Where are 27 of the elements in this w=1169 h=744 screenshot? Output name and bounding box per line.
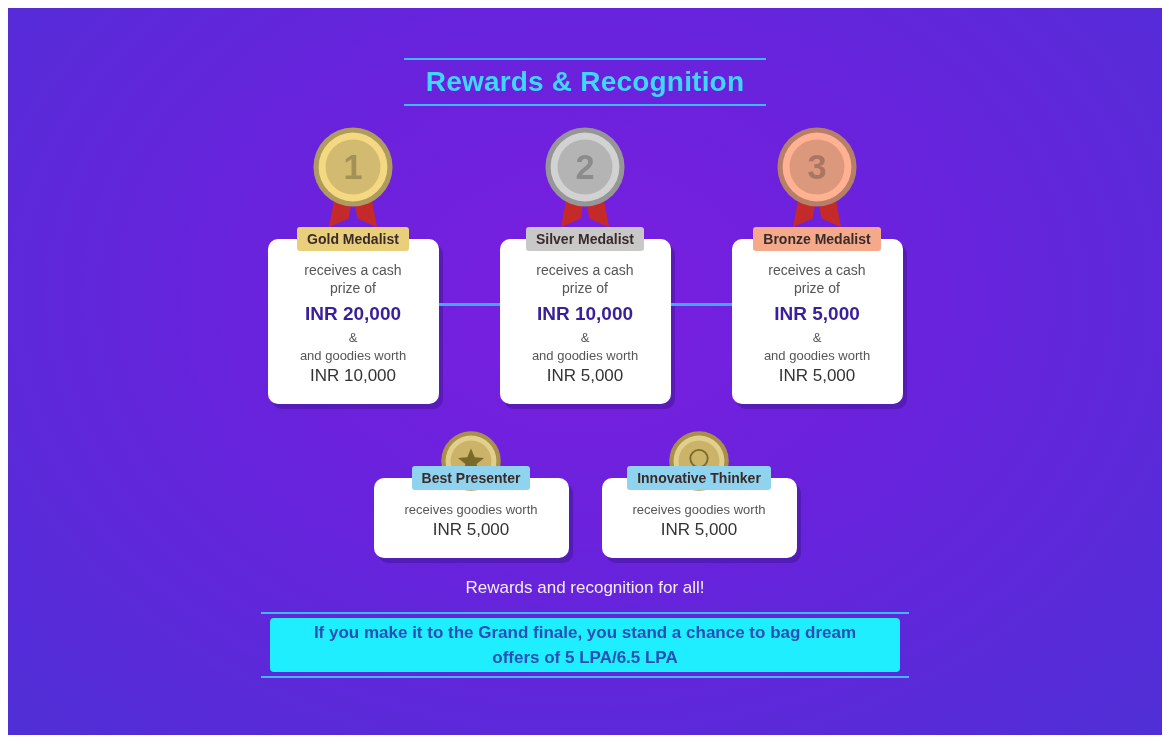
award-label: Innovative Thinker <box>627 466 771 491</box>
ampersand: & <box>348 330 358 346</box>
goodies-amount: INR 10,000 <box>310 366 396 387</box>
medal-label: Gold Medalist <box>297 227 409 252</box>
award-amount: INR 5,000 <box>432 520 510 541</box>
award-amount: INR 5,000 <box>660 520 738 541</box>
award-text: receives goodies worth <box>632 502 766 518</box>
goodies-text: and goodies worth <box>299 348 407 364</box>
tagline: Rewards and recognition for all! <box>465 578 705 599</box>
goodies-text: and goodies worth <box>531 348 639 364</box>
offer-banner: If you make it to the Grand finale, you stand a chance to bag dream offers of 5 LPA/6.5 LPA <box>270 618 900 673</box>
section-title: Rewards & Recognition <box>425 66 745 98</box>
prize-intro: receives a cash prize of <box>303 261 403 298</box>
award-label: Best Presenter <box>411 466 531 491</box>
medal-label: Silver Medalist <box>525 227 644 252</box>
ampersand: & <box>580 330 590 346</box>
prize-intro: receives a cash prize of <box>767 261 867 298</box>
goodies-amount: INR 5,000 <box>546 366 624 387</box>
goodies-amount: INR 5,000 <box>778 366 856 387</box>
prize-amount: INR 20,000 <box>304 303 402 326</box>
prize-amount: INR 5,000 <box>774 303 860 326</box>
medal-label: Bronze Medalist <box>753 227 881 252</box>
prize-amount: INR 10,000 <box>536 303 634 326</box>
award-text: receives goodies worth <box>404 502 538 518</box>
goodies-text: and goodies worth <box>763 348 871 364</box>
prize-intro: receives a cash prize of <box>535 261 635 298</box>
ampersand: & <box>812 330 822 346</box>
